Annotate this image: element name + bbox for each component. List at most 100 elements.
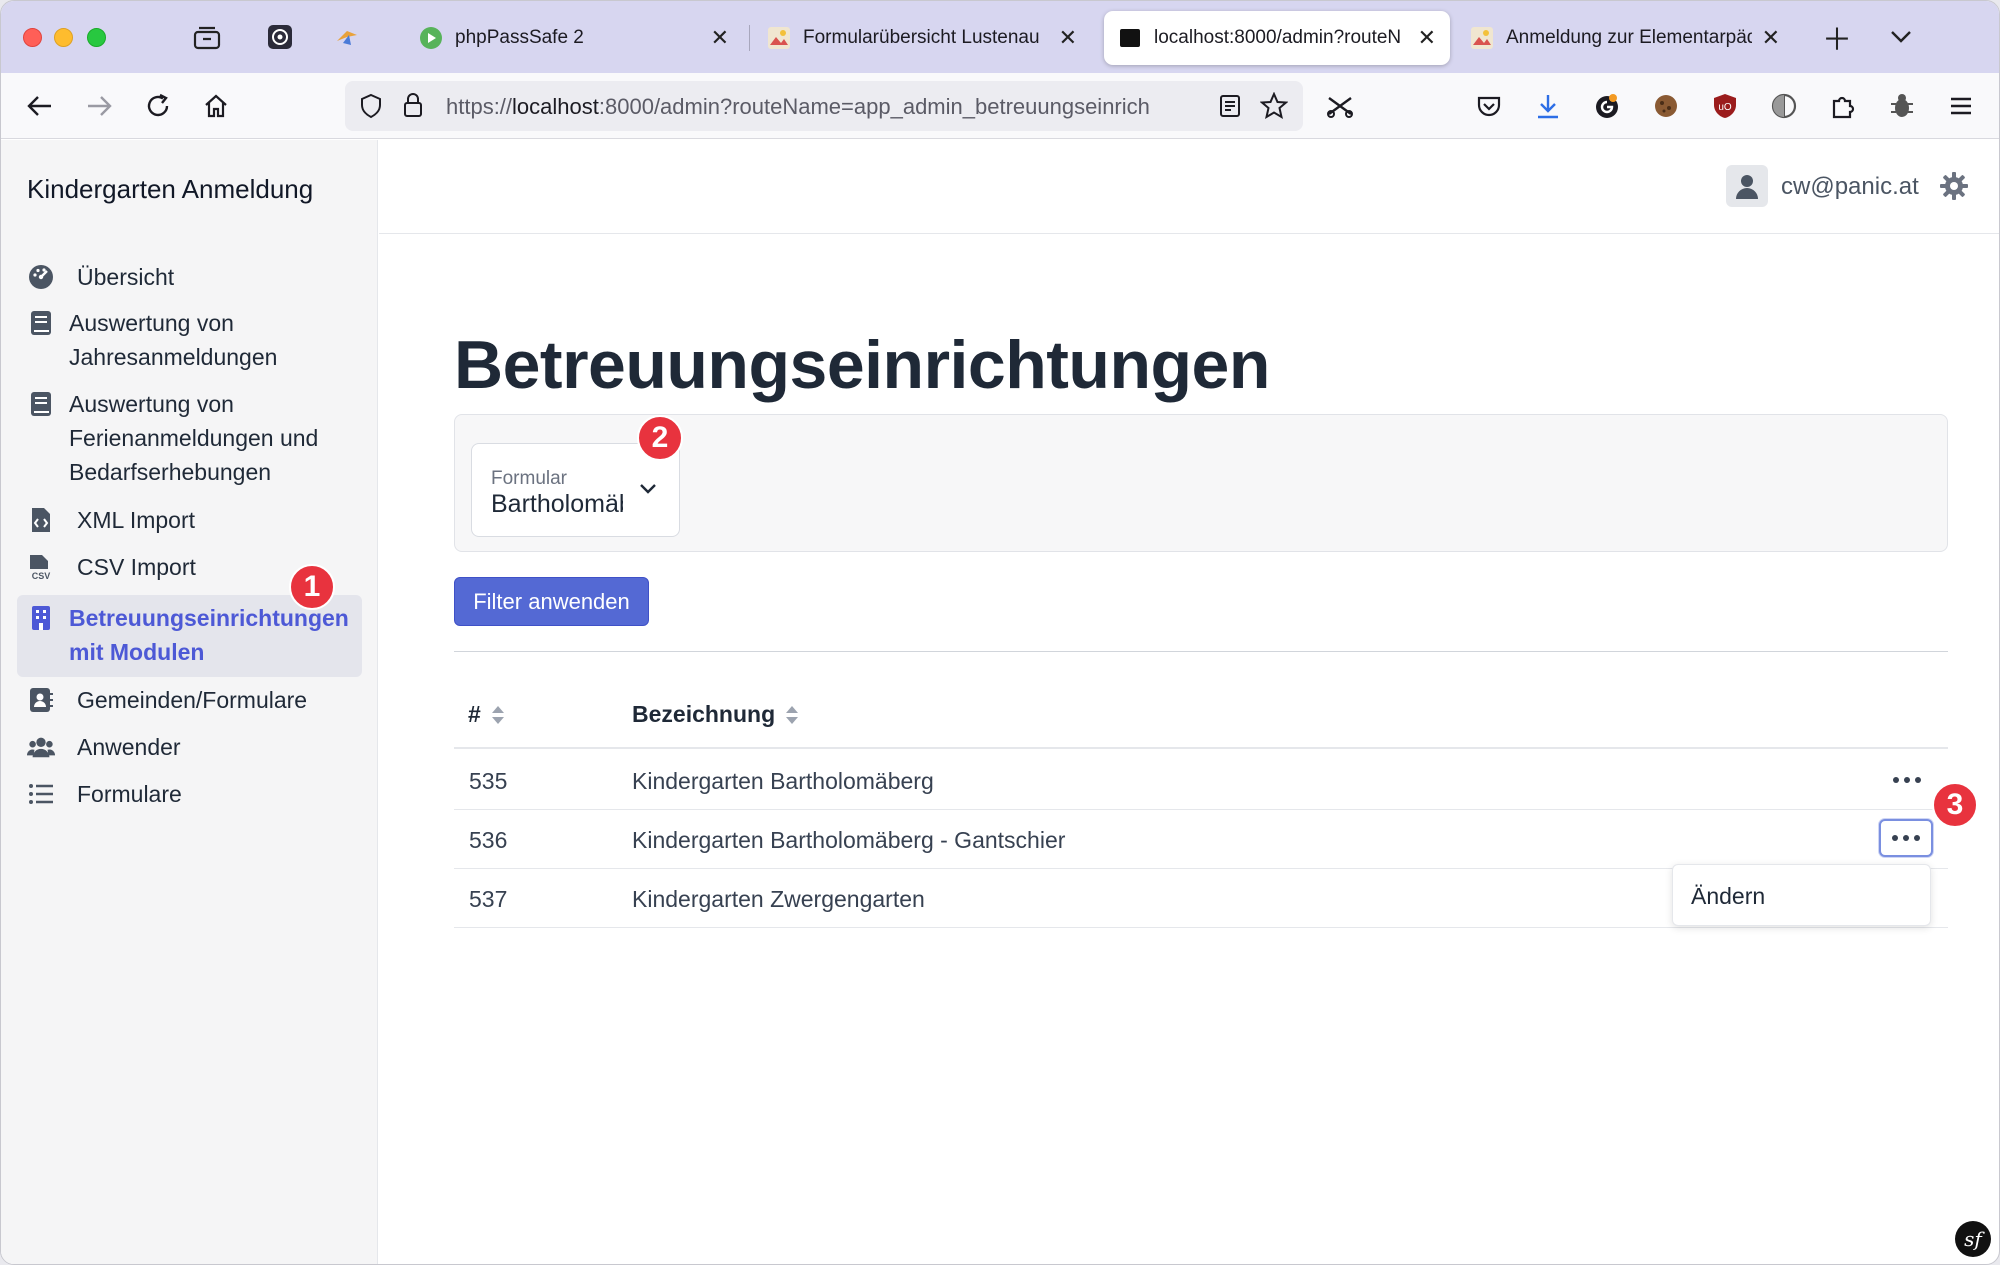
symfony-toolbar-icon[interactable]: sf (1955, 1221, 1991, 1257)
user-avatar[interactable] (1726, 165, 1768, 207)
minimize-window-button[interactable] (54, 28, 73, 47)
user-icon (1736, 175, 1758, 199)
tab-bar: phpPassSafe 2 ✕ Formularübersicht Lusten… (1, 1, 1999, 73)
sidebar-item-anwender[interactable]: Anwender (17, 730, 362, 764)
select-label: Formular (491, 468, 568, 489)
sidebar-item-xml-import[interactable]: XML Import (17, 503, 362, 537)
lock-icon[interactable] (403, 92, 423, 118)
building-icon (27, 604, 55, 632)
row-actions-menu: Ändern (1672, 864, 1931, 926)
svg-text:uO: uO (1718, 102, 1732, 113)
close-icon[interactable]: ✕ (1762, 25, 1780, 51)
tab-title: localhost:8000/admin?routeN (1154, 27, 1402, 48)
row-id: 536 (469, 827, 508, 853)
column-header-bezeichnung[interactable]: Bezeichnung (632, 701, 799, 728)
row-actions-button[interactable] (1879, 819, 1933, 857)
row-name: Kindergarten Bartholomäberg (632, 768, 934, 794)
sidebar: Kindergarten Anmeldung Übersicht Auswert… (1, 140, 378, 1264)
bookmark-star-icon[interactable] (1260, 92, 1288, 120)
privacy-badger-icon[interactable] (1765, 87, 1803, 125)
sidebar-item-gemeinden-formulare[interactable]: Gemeinden/Formulare (17, 683, 362, 717)
file-code-icon (27, 506, 55, 534)
pocket-icon[interactable] (1470, 87, 1508, 125)
sidebar-item-label: Auswertung von Ferienanmeldungen und Bed… (69, 391, 319, 485)
row-id: 535 (469, 768, 508, 794)
page-title: Betreuungseinrichtungen (454, 327, 1270, 403)
column-header-id[interactable]: # (468, 701, 505, 728)
user-email[interactable]: cw@panic.at (1781, 173, 1919, 201)
chevron-down-icon[interactable] (637, 477, 659, 499)
navigation-bar: https://localhost:8000/admin?routeName=a… (1, 73, 1999, 139)
list-icon (27, 780, 55, 808)
reload-icon[interactable] (139, 87, 177, 125)
reader-view-icon[interactable] (1219, 94, 1241, 118)
tab-phppasssafe[interactable]: phpPassSafe 2 ✕ (405, 11, 743, 65)
close-icon[interactable]: ✕ (711, 25, 729, 51)
annotation-badge: 3 (1932, 782, 1978, 828)
svg-text:CSV: CSV (32, 571, 51, 581)
sidebar-item-uebersicht[interactable]: Übersicht (17, 260, 362, 294)
sidebar-item-label: XML Import (77, 507, 196, 533)
divider (454, 651, 1948, 652)
close-window-button[interactable] (23, 28, 42, 47)
book-icon (27, 390, 55, 418)
image-icon (767, 26, 791, 50)
sort-icon (786, 705, 799, 724)
menu-item-aendern[interactable]: Ändern (1691, 883, 1765, 910)
close-icon[interactable]: ✕ (1418, 25, 1436, 51)
cookie-icon[interactable] (1647, 87, 1685, 125)
zoom-window-button[interactable] (87, 28, 106, 47)
file-csv-icon: CSV (27, 553, 55, 581)
book-icon (27, 309, 55, 337)
row-name: Kindergarten Bartholomäberg - Gantschier (632, 827, 1066, 853)
url-bar[interactable]: https://localhost:8000/admin?routeName=a… (345, 81, 1303, 131)
download-icon[interactable] (1529, 87, 1567, 125)
tab-overview-icon[interactable] (191, 21, 223, 53)
pinned-tab-icon[interactable] (264, 21, 296, 53)
new-tab-icon[interactable]: ＋ (1821, 21, 1853, 57)
tab-anmeldung-elementarpaed[interactable]: Anmeldung zur Elementarpäd ✕ (1456, 11, 1794, 65)
sidebar-item-label: Gemeinden/Formulare (77, 687, 308, 713)
dashboard-icon (27, 263, 55, 291)
sidebar-item-formulare[interactable]: Formulare (17, 777, 362, 811)
black-square-icon (1118, 26, 1142, 50)
gear-icon[interactable] (1939, 171, 1969, 201)
forward-arrow-icon[interactable] (80, 87, 118, 125)
extension-g-icon[interactable] (1588, 87, 1626, 125)
table-row: 535 Kindergarten Bartholomäberg (454, 751, 1948, 810)
pinned-tab-bird-icon[interactable] (331, 21, 363, 53)
back-arrow-icon[interactable] (21, 87, 59, 125)
extensions-puzzle-icon[interactable] (1824, 87, 1862, 125)
bug-extension-icon[interactable] (1883, 87, 1921, 125)
image-icon (1470, 26, 1494, 50)
select-value: Bartholomäberg (491, 490, 623, 518)
tab-title: phpPassSafe 2 (455, 27, 584, 48)
sidebar-item-label: Betreuungseinrichtungen mit Modulen (69, 605, 349, 665)
sidebar-item-label: Auswertung von Jahresanmeldungen (69, 310, 278, 370)
tab-formularuebersicht[interactable]: Formularübersicht Lustenau ✕ (753, 11, 1091, 65)
annotation-badge: 2 (637, 415, 683, 461)
table-header: # Bezeichnung (454, 691, 1948, 749)
tab-title: Anmeldung zur Elementarpäd (1506, 27, 1752, 48)
address-book-icon (27, 686, 55, 714)
users-icon (27, 733, 55, 761)
home-icon[interactable] (197, 87, 235, 125)
tab-list-chevron-icon[interactable] (1885, 21, 1917, 53)
hamburger-menu-icon[interactable] (1942, 87, 1980, 125)
tab-title: Formularübersicht Lustenau (803, 27, 1040, 48)
app-brand[interactable]: Kindergarten Anmeldung (27, 174, 313, 205)
close-icon[interactable]: ✕ (1059, 25, 1077, 51)
row-name: Kindergarten Zwergengarten (632, 886, 925, 912)
table-row: 536 Kindergarten Bartholomäberg - Gantsc… (454, 810, 1948, 869)
apply-filter-button[interactable]: Filter anwenden (454, 577, 649, 626)
row-actions-button[interactable] (1880, 761, 1934, 799)
ublock-icon[interactable]: uO (1706, 87, 1744, 125)
shield-icon[interactable] (359, 93, 383, 119)
browser-window: phpPassSafe 2 ✕ Formularübersicht Lusten… (0, 0, 2000, 1265)
annotation-badge: 1 (289, 564, 335, 610)
sidebar-item-label: Übersicht (77, 264, 175, 290)
screenshot-tool-icon[interactable] (1321, 87, 1359, 125)
sidebar-item-jahresanmeldungen[interactable]: Auswertung von Jahresanmeldungen (17, 306, 362, 374)
tab-localhost-admin[interactable]: localhost:8000/admin?routeN ✕ (1104, 11, 1450, 65)
sidebar-item-ferienanmeldungen[interactable]: Auswertung von Ferienanmeldungen und Bed… (17, 387, 362, 489)
